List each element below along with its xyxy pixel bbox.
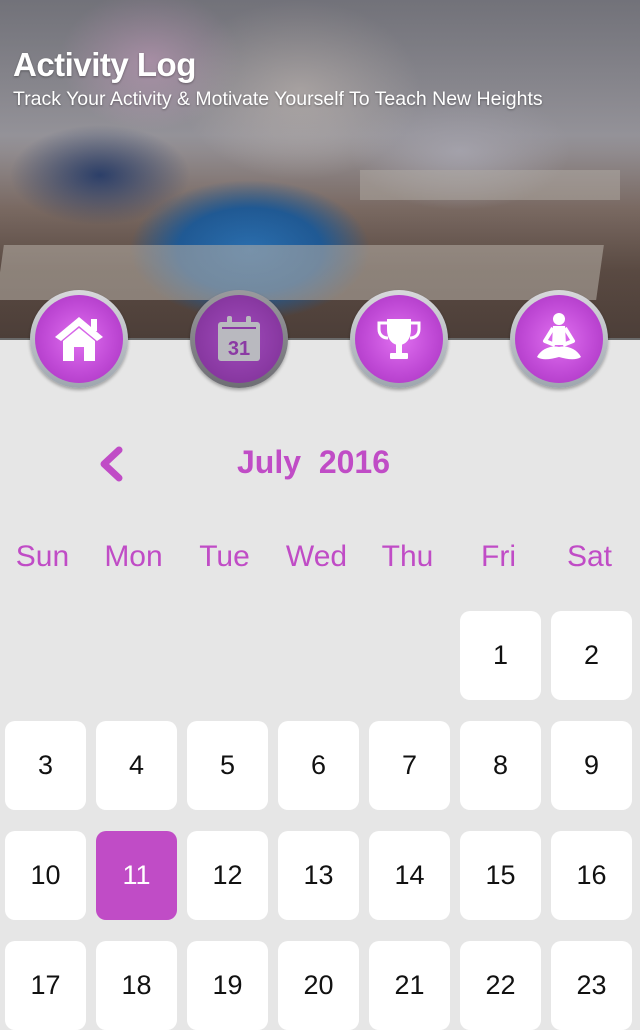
nav-achievements-button[interactable] [350, 290, 448, 388]
calendar-day[interactable]: 22 [460, 941, 541, 1030]
nav-home-button[interactable] [30, 290, 128, 388]
calendar-month-bar: July 2016 [0, 440, 640, 490]
calendar-day[interactable]: 2 [551, 611, 632, 700]
calendar-day-selected[interactable]: 11 [96, 831, 177, 920]
calendar-day[interactable]: 23 [551, 941, 632, 1030]
chevron-left-icon [100, 446, 123, 482]
calendar-day[interactable]: 6 [278, 721, 359, 810]
calendar-day[interactable]: 4 [96, 721, 177, 810]
weekday-label: Sun [15, 540, 70, 573]
header-banner: Activity Log Track Your Activity & Motiv… [0, 0, 640, 340]
calendar-day[interactable]: 3 [5, 721, 86, 810]
previous-month-button[interactable] [93, 440, 133, 490]
calendar-icon: 31 [218, 316, 260, 361]
home-icon [55, 317, 103, 361]
calendar-day[interactable]: 18 [96, 941, 177, 1030]
calendar-day[interactable]: 16 [551, 831, 632, 920]
calendar-day[interactable]: 10 [5, 831, 86, 920]
calendar-day[interactable]: 12 [187, 831, 268, 920]
calendar-day[interactable]: 21 [369, 941, 450, 1030]
nav-yoga-button[interactable] [510, 290, 608, 388]
weekday-label: Sat [566, 540, 613, 573]
calendar-icon-text: 31 [228, 338, 250, 360]
calendar-day[interactable]: 19 [187, 941, 268, 1030]
meditation-icon [537, 313, 581, 360]
month-label: July 2016 [237, 444, 390, 480]
weekday-label: Tue [199, 540, 250, 573]
calendar-day[interactable]: 7 [369, 721, 450, 810]
nav-calendar-button[interactable]: 31 [190, 290, 288, 388]
calendar-day[interactable]: 5 [187, 721, 268, 810]
weekday-label: Wed [285, 540, 348, 573]
calendar-day[interactable]: 1 [460, 611, 541, 700]
calendar-day[interactable]: 15 [460, 831, 541, 920]
page-title: Activity Log [13, 46, 196, 83]
weekday-label: Mon [104, 540, 163, 573]
calendar-day[interactable]: 8 [460, 721, 541, 810]
page-subtitle: Track Your Activity & Motivate Yourself … [13, 88, 543, 110]
calendar-day[interactable]: 14 [369, 831, 450, 920]
calendar-day[interactable]: 13 [278, 831, 359, 920]
weekday-label: Fri [481, 540, 516, 573]
calendar-day[interactable]: 17 [5, 941, 86, 1030]
trophy-icon [377, 319, 421, 359]
weekday-label: Thu [381, 540, 434, 573]
calendar-day[interactable]: 20 [278, 941, 359, 1030]
calendar-day[interactable]: 9 [551, 721, 632, 810]
